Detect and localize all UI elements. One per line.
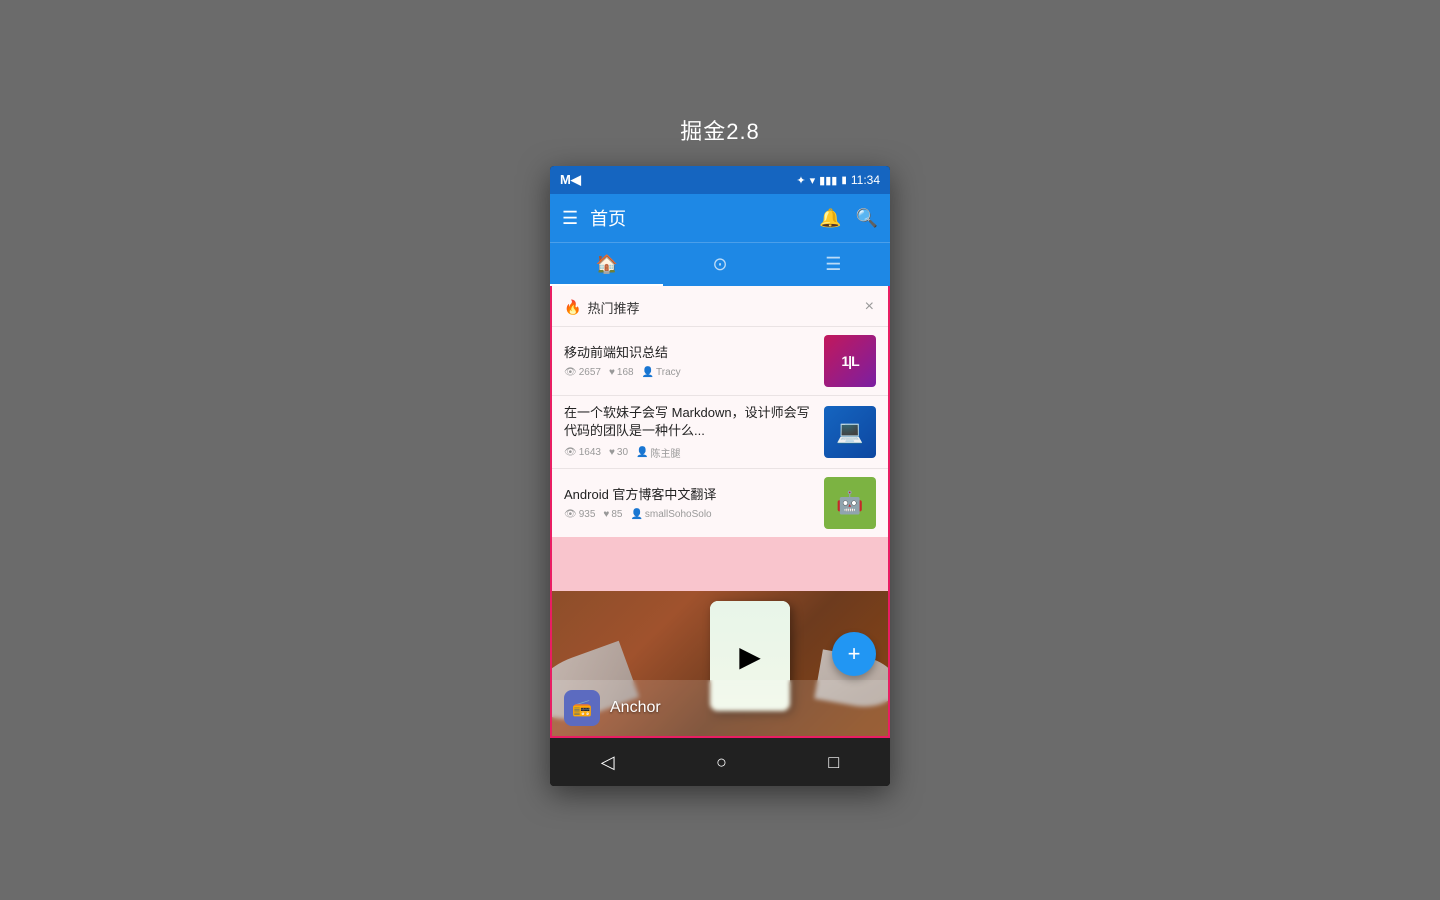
article-title-3: Android 官方博客中文翻译 (564, 486, 814, 504)
likes-2: ♥ 30 (609, 447, 628, 458)
app-bar: ☰ 首页 🔔 🔍 (550, 194, 890, 242)
fire-icon: 🔥 (564, 299, 581, 316)
author-3: 👤 smallSohoSolo (630, 509, 711, 520)
likes-3: ♥ 85 (603, 509, 622, 520)
article-meta-2: 👁 1643 ♥ 30 👤 陈主腿 (564, 445, 814, 460)
bottom-image-area: ▶ 📻 Anchor + (552, 591, 888, 736)
anchor-logo-icon: 📻 (572, 698, 592, 718)
article-item-3[interactable]: Android 官方博客中文翻译 👁 935 ♥ 85 👤 (552, 468, 888, 537)
article-title-2: 在一个软妹子会写 Markdown，设计师会写代码的团队是一种什么... (564, 404, 814, 440)
article-item-2[interactable]: 在一个软妹子会写 Markdown，设计师会写代码的团队是一种什么... 👁 1… (552, 395, 888, 468)
eye-icon-3: 👁 (564, 509, 577, 520)
article-thumbnail-2: 💻 (824, 406, 876, 458)
anchor-logo: 📻 (564, 690, 600, 726)
anchor-card[interactable]: 📻 Anchor (552, 680, 888, 736)
app-bar-title: 首页 (590, 205, 819, 231)
fab-icon: + (848, 641, 861, 667)
phone-container: M◀ ✦ ▾ ▮▮▮ ▮ 11:34 ☰ 首页 🔔 🔍 🏠 (550, 166, 890, 786)
article-info-1: 移动前端知识总结 👁 2657 ♥ 168 👤 (564, 344, 814, 378)
home-button[interactable]: ○ (696, 744, 747, 781)
eye-icon-2: 👁 (564, 447, 577, 458)
content-area: 🔥 热门推荐 × 移动前端知识总结 👁 2657 (550, 286, 890, 738)
back-button[interactable]: ◁ (581, 744, 635, 781)
article-thumbnail-1: 1|L (824, 335, 876, 387)
status-bar-right: ✦ ▾ ▮▮▮ ▮ 11:34 (796, 173, 880, 187)
notification-icon[interactable]: 🔔 (819, 208, 841, 229)
status-bar: M◀ ✦ ▾ ▮▮▮ ▮ 11:34 (550, 166, 890, 194)
battery-icon: ▮ (841, 175, 847, 186)
status-time: 11:34 (851, 173, 880, 187)
user-icon-2: 👤 (636, 447, 648, 458)
likes-1: ♥ 168 (609, 367, 634, 378)
menu-icon[interactable]: ☰ (562, 208, 578, 229)
close-button[interactable]: × (863, 296, 876, 318)
search-icon[interactable]: 🔍 (856, 208, 878, 229)
article-title-1: 移动前端知识总结 (564, 344, 814, 362)
views-2: 👁 1643 (564, 447, 601, 458)
user-icon-1: 👤 (642, 367, 654, 378)
hot-title-text: 热门推荐 (587, 298, 639, 317)
heart-icon-1: ♥ (609, 367, 615, 378)
nav-bar: ◁ ○ □ (550, 738, 890, 786)
hot-panel-header: 🔥 热门推荐 × (552, 286, 888, 326)
tab-discover[interactable]: ⊙ (663, 243, 776, 286)
app-logo-icon: M◀ (560, 172, 581, 188)
tab-home[interactable]: 🏠 (550, 243, 663, 286)
signal-icon: ▮▮▮ (819, 174, 837, 187)
list-tab-icon: ☰ (825, 254, 841, 275)
article-meta-1: 👁 2657 ♥ 168 👤 Tracy (564, 367, 814, 378)
anchor-name: Anchor (610, 699, 661, 717)
author-2: 👤 陈主腿 (636, 445, 680, 460)
tab-bar: 🏠 ⊙ ☰ (550, 242, 890, 286)
user-icon-3: 👤 (630, 509, 642, 520)
status-bar-left: M◀ (560, 172, 581, 188)
hot-panel: 🔥 热门推荐 × 移动前端知识总结 👁 2657 (552, 286, 888, 537)
hot-panel-title: 🔥 热门推荐 (564, 298, 639, 317)
wifi-icon: ▾ (810, 174, 816, 187)
app-bar-icons: 🔔 🔍 (819, 208, 878, 229)
article-info-3: Android 官方博客中文翻译 👁 935 ♥ 85 👤 (564, 486, 814, 520)
discover-tab-icon: ⊙ (712, 254, 727, 275)
article-info-2: 在一个软妹子会写 Markdown，设计师会写代码的团队是一种什么... 👁 1… (564, 404, 814, 460)
page-title-wrapper: 掘金2.8 M◀ ✦ ▾ ▮▮▮ ▮ 11:34 ☰ 首页 🔔 🔍 (550, 114, 890, 786)
views-1: 👁 2657 (564, 367, 601, 378)
recent-button[interactable]: □ (808, 744, 859, 781)
bluetooth-icon: ✦ (796, 174, 805, 187)
article-item-1[interactable]: 移动前端知识总结 👁 2657 ♥ 168 👤 (552, 326, 888, 395)
views-3: 👁 935 (564, 509, 595, 520)
eye-icon-1: 👁 (564, 367, 577, 378)
author-1: 👤 Tracy (642, 367, 681, 378)
fab-button[interactable]: + (832, 632, 876, 676)
home-tab-icon: 🏠 (595, 254, 617, 275)
heart-icon-3: ♥ (603, 509, 609, 520)
tab-list[interactable]: ☰ (777, 243, 890, 286)
page-title: 掘金2.8 (680, 114, 760, 146)
heart-icon-2: ♥ (609, 447, 615, 458)
article-thumbnail-3: 🤖 (824, 477, 876, 529)
article-meta-3: 👁 935 ♥ 85 👤 smallSohoSolo (564, 509, 814, 520)
